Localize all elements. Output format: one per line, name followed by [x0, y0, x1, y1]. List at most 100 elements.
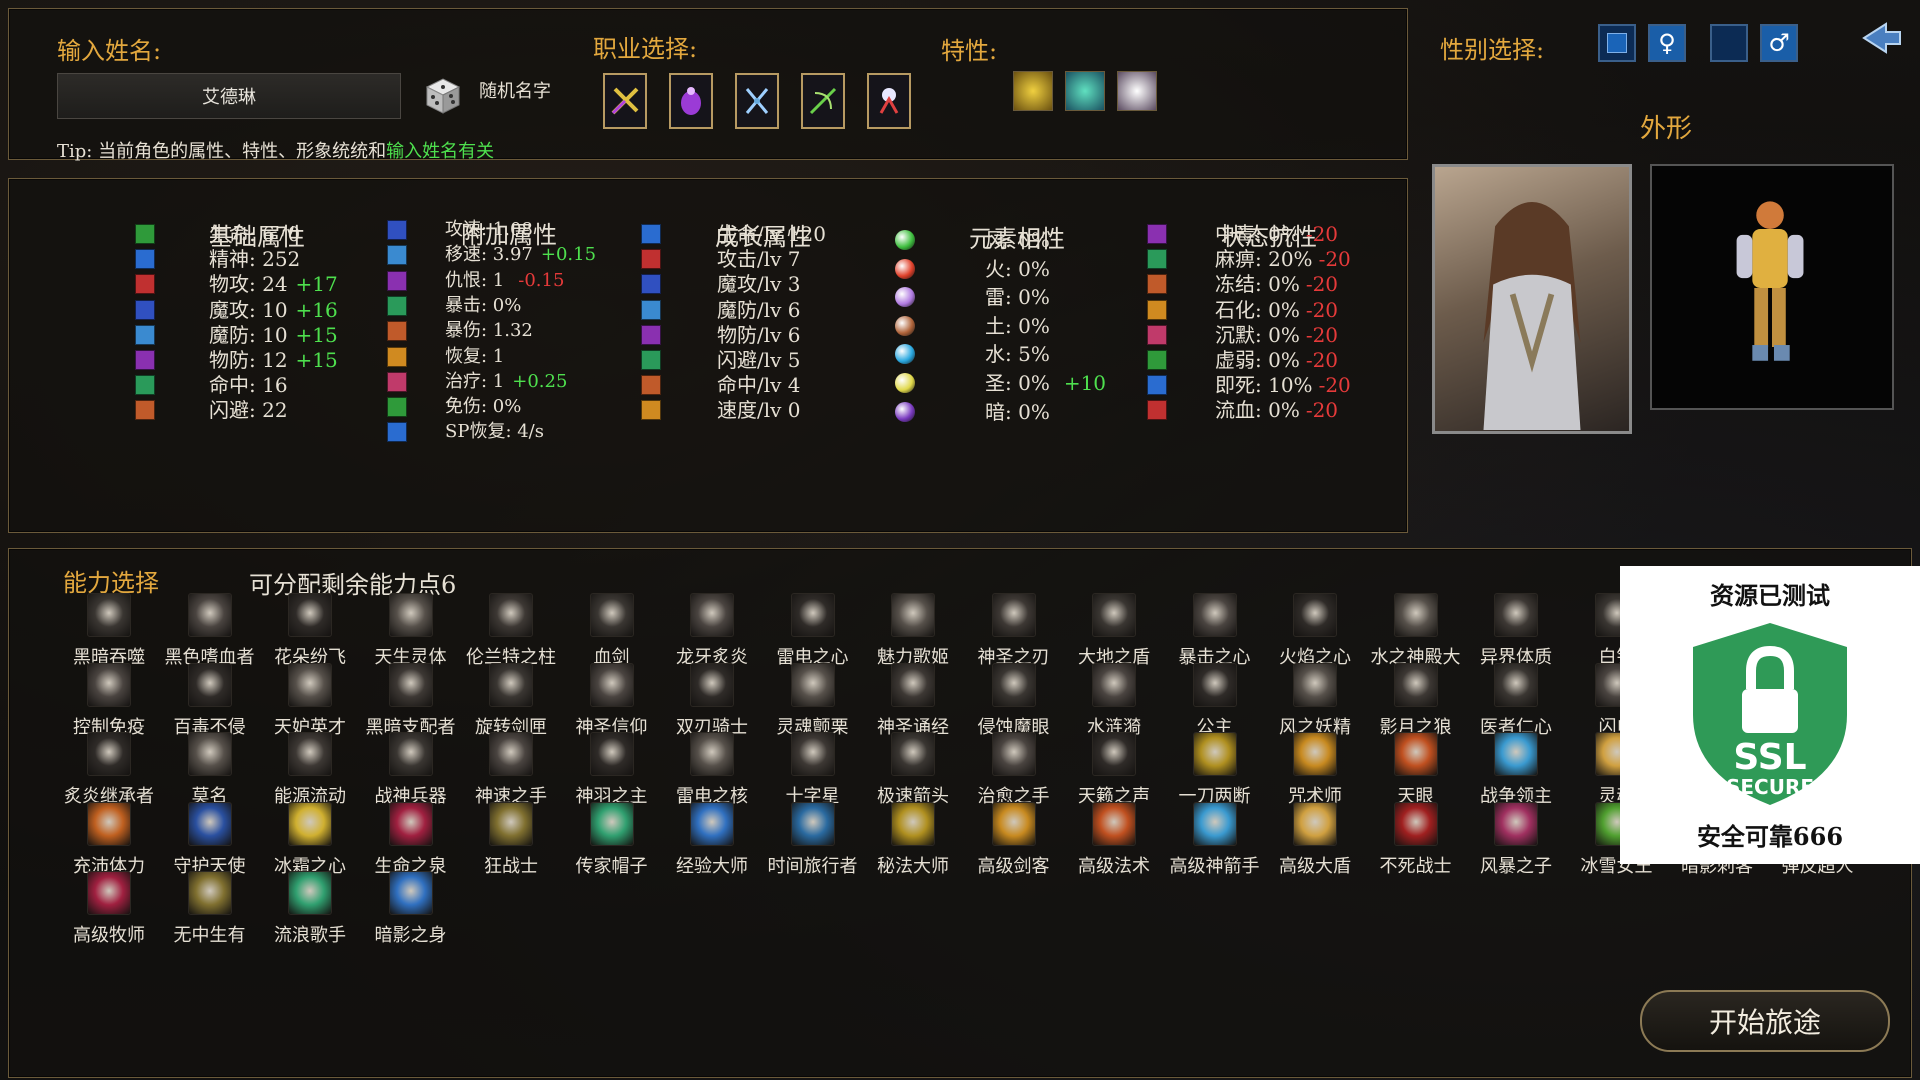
ability-item[interactable]: 控制免疫 — [59, 662, 159, 739]
ability-item[interactable]: 高级神箭手 — [1165, 801, 1265, 878]
ability-item[interactable]: 火焰之心 — [1265, 593, 1365, 669]
ability-item[interactable]: 能源流动 — [260, 732, 360, 808]
ability-item[interactable]: 黑暗支配者 — [361, 662, 461, 739]
ability-item[interactable]: 灵魂颤栗 — [763, 662, 863, 739]
ability-item[interactable]: 神圣信仰 — [562, 662, 662, 739]
ability-item[interactable]: 暗影之身 — [361, 871, 461, 947]
ability-item[interactable]: 经验大师 — [662, 801, 762, 878]
ability-item[interactable]: 一刀两断 — [1165, 732, 1265, 808]
ability-item[interactable]: 天眼 — [1366, 732, 1466, 808]
ability-item[interactable]: 守护天使 — [160, 801, 260, 878]
class-archer-icon[interactable] — [801, 73, 845, 129]
ability-item[interactable]: 充沛体力 — [59, 801, 159, 878]
ability-item[interactable]: 时间旅行者 — [763, 801, 863, 878]
ability-item[interactable]: 神速之手 — [461, 732, 561, 808]
ability-item[interactable]: 异界体质 — [1466, 593, 1566, 669]
growth-stat-row: 速度/lv 0 — [717, 398, 801, 423]
ability-item[interactable]: 花朵纷飞 — [260, 593, 360, 669]
ability-item[interactable]: 高级法术 — [1064, 801, 1164, 878]
class-dual-blade-icon[interactable] — [735, 73, 779, 129]
basic-stat-row: 生命: 670 — [209, 222, 301, 246]
ability-item[interactable]: 旋转剑匣 — [461, 662, 561, 739]
ability-item[interactable]: 双刃骑士 — [662, 662, 762, 739]
ability-item[interactable]: 神圣诵经 — [863, 662, 963, 739]
ability-item[interactable]: 战争领主 — [1466, 732, 1566, 808]
trait-eye-icon[interactable] — [1013, 71, 1053, 111]
ability-item[interactable]: 高级剑客 — [964, 801, 1064, 878]
ability-icon — [187, 732, 232, 776]
character-portrait[interactable] — [1432, 164, 1632, 434]
ability-item[interactable]: 秘法大师 — [863, 801, 963, 878]
ability-item[interactable]: 百毒不侵 — [160, 662, 260, 739]
female-icon[interactable]: ♀ — [1648, 24, 1686, 62]
trait-sparkle-icon[interactable] — [1117, 71, 1157, 111]
ability-item[interactable]: 风之妖精 — [1265, 662, 1365, 739]
ability-item[interactable]: 极速箭头 — [863, 732, 963, 808]
ability-item[interactable]: 莫名 — [160, 732, 260, 808]
ability-item[interactable]: 黑暗吞噬 — [59, 593, 159, 669]
extra-stat-icon — [387, 397, 407, 418]
class-priest-icon[interactable] — [867, 73, 911, 129]
random-name-button[interactable]: 随机名字 — [479, 77, 551, 103]
ability-icon — [790, 593, 835, 637]
ability-icon — [489, 662, 533, 707]
ability-item[interactable]: 雷电之心 — [763, 593, 863, 669]
ability-item[interactable]: 流浪歌手 — [260, 871, 360, 947]
ability-item[interactable]: 龙牙炙炎 — [662, 593, 762, 669]
name-input[interactable]: 艾德琳 — [57, 73, 401, 119]
ability-item[interactable]: 雷电之核 — [662, 732, 762, 808]
ability-item[interactable]: 狂战士 — [461, 801, 561, 878]
ability-item[interactable]: 暴击之心 — [1165, 593, 1265, 669]
ability-item[interactable]: 高级大盾 — [1265, 801, 1365, 878]
ability-item[interactable]: 影月之狼 — [1366, 662, 1466, 739]
female-checkbox[interactable] — [1598, 24, 1636, 62]
ability-item[interactable]: 治愈之手 — [964, 732, 1064, 808]
ability-name: 暗影之身 — [374, 925, 447, 946]
ability-item[interactable]: 冰霜之心 — [260, 801, 360, 878]
ability-item[interactable]: 战神兵器 — [361, 732, 461, 808]
ability-item[interactable]: 不死战士 — [1366, 801, 1466, 878]
ability-name: 时间旅行者 — [767, 855, 858, 877]
male-icon[interactable]: ♂ — [1760, 24, 1798, 62]
ability-item[interactable]: 咒术师 — [1265, 732, 1365, 808]
male-checkbox[interactable] — [1710, 24, 1748, 62]
ability-item[interactable]: 神羽之主 — [562, 732, 662, 808]
ability-item[interactable]: 风暴之子 — [1466, 801, 1566, 878]
ability-icon — [388, 662, 433, 707]
ability-item[interactable]: 黑色嗜血者 — [160, 593, 260, 669]
ability-icon — [1393, 801, 1438, 846]
ability-item[interactable]: 水之神殿大 — [1366, 593, 1466, 669]
ability-item[interactable]: 大地之盾 — [1064, 593, 1164, 669]
class-mage-icon[interactable] — [669, 73, 713, 129]
ability-item[interactable]: 无中生有 — [160, 871, 260, 947]
ability-item[interactable]: 高级牧师 — [59, 871, 159, 947]
ability-item[interactable]: 十字星 — [763, 732, 863, 808]
element-orb-icon — [895, 287, 915, 308]
ability-item[interactable]: 天籁之声 — [1064, 732, 1164, 808]
status-stat-row: 沉默: 0% -20 — [1215, 322, 1339, 347]
ability-name: 秘法大师 — [877, 855, 949, 877]
ability-icon — [589, 593, 634, 637]
ability-item[interactable]: 天生灵体 — [361, 593, 461, 669]
extra-stat-icon — [387, 220, 407, 240]
ability-item[interactable]: 伦兰特之柱 — [461, 593, 561, 669]
growth-stat-row: 魔攻/lv 3 — [717, 272, 801, 297]
back-arrow-icon[interactable] — [1860, 20, 1904, 56]
start-journey-button[interactable]: 开始旅途 — [1640, 990, 1890, 1052]
ability-item[interactable]: 公主 — [1165, 662, 1265, 739]
ability-item[interactable]: 水涟漪 — [1064, 662, 1164, 739]
ability-item[interactable]: 天妒英才 — [260, 662, 360, 739]
ability-item[interactable]: 血剑 — [562, 593, 662, 669]
trait-figure-icon[interactable] — [1065, 71, 1105, 111]
ability-item[interactable]: 生命之泉 — [361, 801, 461, 878]
ability-icon — [288, 871, 332, 915]
dice-icon[interactable] — [417, 69, 467, 119]
class-warrior-icon[interactable] — [603, 73, 647, 129]
ability-item[interactable]: 魅力歌姬 — [863, 593, 963, 669]
ability-item[interactable]: 医者仁心 — [1466, 662, 1566, 739]
ability-icon — [1293, 593, 1337, 637]
ability-item[interactable]: 侵蚀魔眼 — [964, 662, 1064, 739]
ability-item[interactable]: 神圣之刃 — [964, 593, 1064, 669]
ability-item[interactable]: 传家帽子 — [562, 801, 662, 878]
ability-item[interactable]: 炙炎继承者 — [59, 732, 159, 808]
